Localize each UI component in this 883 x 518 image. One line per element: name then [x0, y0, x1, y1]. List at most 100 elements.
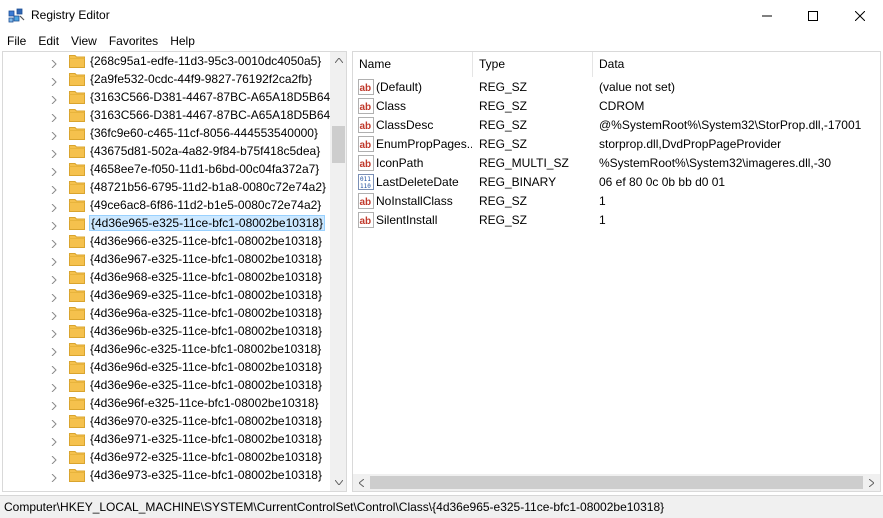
scroll-right-arrow-icon[interactable]: [863, 474, 880, 491]
maximize-button[interactable]: [790, 0, 836, 31]
expand-chevron-icon[interactable]: [50, 309, 58, 321]
expand-chevron-icon[interactable]: [50, 291, 58, 303]
expand-chevron-icon[interactable]: [50, 273, 58, 285]
tree-item[interactable]: {4d36e966-e325-11ce-bfc1-08002be10318}: [3, 232, 329, 250]
scroll-up-arrow-icon[interactable]: [330, 52, 346, 69]
expand-chevron-icon[interactable]: [50, 183, 58, 195]
menu-favorites[interactable]: Favorites: [103, 31, 164, 51]
tree-item-label[interactable]: {4d36e969-e325-11ce-bfc1-08002be10318}: [89, 288, 323, 302]
tree-item-label[interactable]: {36fc9e60-c465-11cf-8056-444553540000}: [89, 126, 319, 140]
expand-chevron-icon[interactable]: [50, 219, 58, 231]
tree-item-label[interactable]: {48721b56-6795-11d2-b1a8-0080c72e74a2}: [89, 180, 327, 194]
value-name[interactable]: IconPath: [376, 156, 472, 171]
tree-item-label[interactable]: {4d36e96f-e325-11ce-bfc1-08002be10318}: [89, 396, 320, 410]
tree-item-label[interactable]: {4d36e973-e325-11ce-bfc1-08002be10318}: [89, 468, 323, 482]
tree-item-label[interactable]: {4d36e96e-e325-11ce-bfc1-08002be10318}: [89, 378, 323, 392]
menu-edit[interactable]: Edit: [32, 31, 65, 51]
expand-chevron-icon[interactable]: [50, 381, 58, 393]
value-name[interactable]: EnumPropPages...: [376, 137, 472, 152]
tree-item-label[interactable]: {4d36e972-e325-11ce-bfc1-08002be10318}: [89, 450, 323, 464]
tree-item[interactable]: {3163C566-D381-4467-87BC-A65A18D5B648}: [3, 88, 341, 106]
tree-item-label[interactable]: {2a9fe532-0cdc-44f9-9827-76192f2ca2fb}: [89, 72, 313, 86]
tree-item-label[interactable]: {4d36e966-e325-11ce-bfc1-08002be10318}: [89, 234, 323, 248]
expand-chevron-icon[interactable]: [50, 471, 58, 483]
tree-item[interactable]: {4658ee7e-f050-11d1-b6bd-00c04fa372a7}: [3, 160, 329, 178]
expand-chevron-icon[interactable]: [50, 435, 58, 447]
value-row[interactable]: ab SilentInstall REG_SZ 1: [353, 211, 880, 230]
tree-item[interactable]: {4d36e971-e325-11ce-bfc1-08002be10318}: [3, 430, 329, 448]
minimize-button[interactable]: [744, 0, 790, 31]
tree-scroll-thumb[interactable]: [332, 126, 345, 163]
tree-item[interactable]: {4d36e969-e325-11ce-bfc1-08002be10318}: [3, 286, 329, 304]
menu-help[interactable]: Help: [164, 31, 201, 51]
values-horizontal-scrollbar[interactable]: [353, 474, 880, 491]
expand-chevron-icon[interactable]: [50, 75, 58, 87]
tree-item-label[interactable]: {43675d81-502a-4a82-9f84-b75f418c5dea}: [89, 144, 321, 158]
menu-file[interactable]: File: [2, 31, 32, 51]
value-row[interactable]: ab NoInstallClass REG_SZ 1: [353, 192, 880, 211]
tree-item[interactable]: {2a9fe532-0cdc-44f9-9827-76192f2ca2fb}: [3, 70, 329, 88]
tree-item[interactable]: {4d36e96e-e325-11ce-bfc1-08002be10318}: [3, 376, 329, 394]
tree-item[interactable]: {49ce6ac8-6f86-11d2-b1e5-0080c72e74a2}: [3, 196, 329, 214]
tree-item-label[interactable]: {3163C566-D381-4467-87BC-A65A18D5B648}: [89, 90, 342, 104]
tree-item[interactable]: {4d36e972-e325-11ce-bfc1-08002be10318}: [3, 448, 329, 466]
tree-item[interactable]: {4d36e970-e325-11ce-bfc1-08002be10318}: [3, 412, 329, 430]
expand-chevron-icon[interactable]: [50, 237, 58, 249]
close-button[interactable]: [837, 0, 883, 31]
expand-chevron-icon[interactable]: [50, 417, 58, 429]
value-row[interactable]: ab (Default) REG_SZ (value not set): [353, 78, 880, 97]
column-header-data[interactable]: Data: [593, 52, 880, 77]
tree-item-label[interactable]: {4d36e971-e325-11ce-bfc1-08002be10318}: [89, 432, 323, 446]
expand-chevron-icon[interactable]: [50, 147, 58, 159]
tree-item[interactable]: {4d36e973-e325-11ce-bfc1-08002be10318}: [3, 466, 329, 484]
tree-item[interactable]: {4d36e96d-e325-11ce-bfc1-08002be10318}: [3, 358, 329, 376]
value-row[interactable]: 011 110 LastDeleteDate REG_BINARY 06 ef 80 0…: [353, 173, 880, 192]
tree-item[interactable]: {3163C566-D381-4467-87BC-A65A18D5B649}: [3, 106, 341, 124]
value-row[interactable]: ab Class REG_SZ CDROM: [353, 97, 880, 116]
tree-item[interactable]: {4d36e967-e325-11ce-bfc1-08002be10318}: [3, 250, 329, 268]
value-name[interactable]: SilentInstall: [376, 213, 472, 228]
tree-item-label[interactable]: {3163C566-D381-4467-87BC-A65A18D5B649}: [89, 108, 342, 122]
value-row[interactable]: ab EnumPropPages... REG_SZ storprop.dll,Dvd…: [353, 135, 880, 154]
tree-item-label[interactable]: {4d36e96b-e325-11ce-bfc1-08002be10318}: [89, 324, 323, 338]
value-name[interactable]: Class: [376, 99, 472, 114]
tree-item[interactable]: {4d36e96a-e325-11ce-bfc1-08002be10318}: [3, 304, 329, 322]
tree-item-label[interactable]: {4d36e96c-e325-11ce-bfc1-08002be10318}: [89, 342, 322, 356]
expand-chevron-icon[interactable]: [50, 93, 58, 105]
tree-item-label[interactable]: {4d36e965-e325-11ce-bfc1-08002be10318}: [89, 215, 325, 231]
expand-chevron-icon[interactable]: [50, 165, 58, 177]
tree-item[interactable]: {4d36e96b-e325-11ce-bfc1-08002be10318}: [3, 322, 329, 340]
expand-chevron-icon[interactable]: [50, 57, 58, 69]
expand-chevron-icon[interactable]: [50, 201, 58, 213]
tree-item-label[interactable]: {4d36e968-e325-11ce-bfc1-08002be10318}: [89, 270, 323, 284]
tree-item-label[interactable]: {49ce6ac8-6f86-11d2-b1e5-0080c72e74a2}: [89, 198, 322, 212]
expand-chevron-icon[interactable]: [50, 111, 58, 123]
menu-view[interactable]: View: [65, 31, 103, 51]
tree-item-label[interactable]: {268c95a1-edfe-11d3-95c3-0010dc4050a5}: [89, 54, 322, 68]
value-name[interactable]: ClassDesc: [376, 118, 472, 133]
current-key-path[interactable]: Computer\HKEY_LOCAL_MACHINE\SYSTEM\Curre…: [4, 500, 664, 514]
scroll-down-arrow-icon[interactable]: [330, 474, 346, 491]
expand-chevron-icon[interactable]: [50, 399, 58, 411]
expand-chevron-icon[interactable]: [50, 363, 58, 375]
expand-chevron-icon[interactable]: [50, 327, 58, 339]
tree-item[interactable]: {48721b56-6795-11d2-b1a8-0080c72e74a2}: [3, 178, 329, 196]
values-scroll-thumb[interactable]: [370, 476, 863, 489]
tree-item-label[interactable]: {4658ee7e-f050-11d1-b6bd-00c04fa372a7}: [89, 162, 320, 176]
tree-item[interactable]: {4d36e968-e325-11ce-bfc1-08002be10318}: [3, 268, 329, 286]
tree-item[interactable]: {36fc9e60-c465-11cf-8056-444553540000}: [3, 124, 329, 142]
tree-item-label[interactable]: {4d36e970-e325-11ce-bfc1-08002be10318}: [89, 414, 323, 428]
value-name[interactable]: LastDeleteDate: [376, 175, 472, 190]
tree-item[interactable]: {43675d81-502a-4a82-9f84-b75f418c5dea}: [3, 142, 329, 160]
tree-item[interactable]: {268c95a1-edfe-11d3-95c3-0010dc4050a5}: [3, 52, 329, 70]
tree-item-label[interactable]: {4d36e96a-e325-11ce-bfc1-08002be10318}: [89, 306, 323, 320]
value-row[interactable]: ab ClassDesc REG_SZ @%SystemRoot%\System32\…: [353, 116, 880, 135]
value-name[interactable]: (Default): [376, 80, 472, 95]
scroll-left-arrow-icon[interactable]: [353, 474, 370, 491]
key-tree-pane[interactable]: {268c95a1-edfe-11d3-95c3-0010dc4050a5} {2…: [2, 51, 347, 492]
tree-item-label[interactable]: {4d36e96d-e325-11ce-bfc1-08002be10318}: [89, 360, 323, 374]
tree-item[interactable]: {4d36e96f-e325-11ce-bfc1-08002be10318}: [3, 394, 329, 412]
expand-chevron-icon[interactable]: [50, 255, 58, 267]
tree-item-label[interactable]: {4d36e967-e325-11ce-bfc1-08002be10318}: [89, 252, 323, 266]
expand-chevron-icon[interactable]: [50, 129, 58, 141]
